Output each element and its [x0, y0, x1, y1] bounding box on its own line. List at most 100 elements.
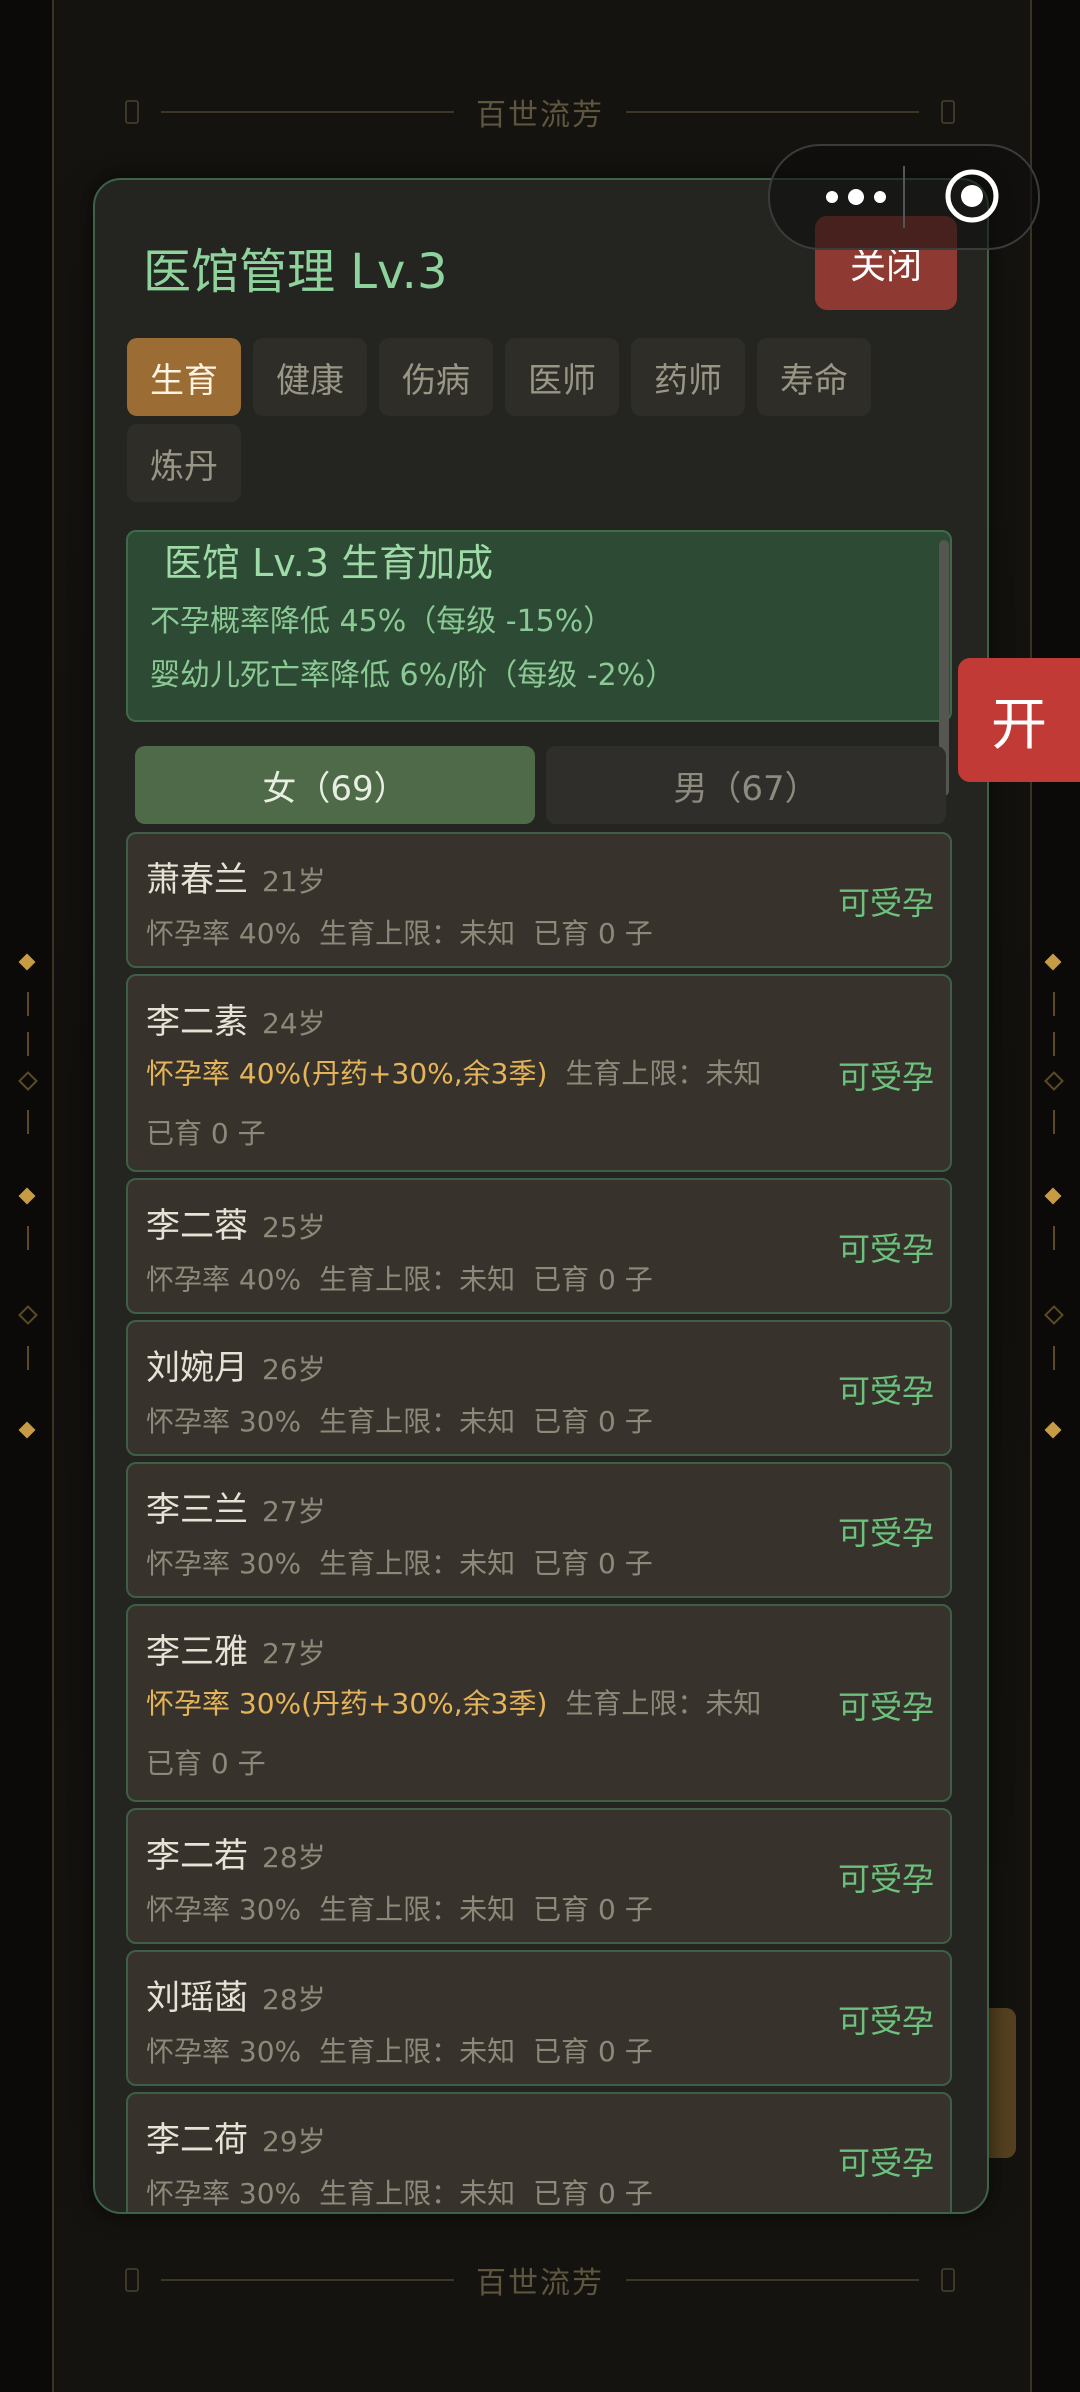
person-name: 李二荷 [146, 2120, 248, 2160]
status-badge: 可受孕 [837, 1230, 934, 1268]
person-name: 李三兰 [146, 1490, 248, 1530]
tab-alchemy[interactable]: 炼丹 [127, 424, 241, 502]
tab-female[interactable]: 女（69） [135, 746, 535, 824]
list-item[interactable]: 李二荷 29岁 怀孕率 30% 生育上限：未知 已育 0 子 可受孕 [126, 2092, 952, 2212]
dash [27, 1346, 29, 1370]
person-name-row: 李二若 28岁 [146, 1828, 326, 1877]
open-button[interactable]: 开 [958, 658, 1080, 782]
pregnancy-rate: 怀孕率 40%(丹药+30%,余3季) [146, 1057, 548, 1090]
person-age: 28岁 [262, 1841, 326, 1874]
banner-line [626, 111, 919, 113]
person-age: 27岁 [262, 1495, 326, 1528]
fertility-limit: 生育上限：未知 [319, 1547, 516, 1580]
list-item[interactable]: 李三兰 27岁 怀孕率 30% 生育上限：未知 已育 0 子 可受孕 [126, 1462, 952, 1598]
bonus-title: 医馆 Lv.3 生育加成 [164, 541, 494, 585]
banner-cap-right [941, 100, 955, 124]
banner-text: 百世流芳 [476, 98, 604, 133]
pregnancy-rate: 怀孕率 30% [146, 1405, 302, 1438]
person-name: 李二蓉 [146, 1206, 248, 1246]
person-name-row: 刘瑶菡 28岁 [146, 1970, 326, 2019]
tab-male[interactable]: 男（67） [546, 746, 946, 824]
banner-top: 百世流芳 [125, 92, 955, 133]
diamond-icon [1044, 953, 1062, 971]
person-name: 萧春兰 [146, 860, 248, 900]
status-badge: 可受孕 [837, 1688, 934, 1726]
person-age: 27岁 [262, 1637, 326, 1670]
status-badge: 可受孕 [837, 1372, 934, 1410]
diamond-outline-icon [18, 1305, 38, 1325]
person-name: 李三雅 [146, 1632, 248, 1672]
more-dots-icon[interactable] [808, 179, 904, 215]
pregnancy-rate: 怀孕率 30% [146, 2177, 302, 2210]
pregnancy-rate: 怀孕率 30% [146, 1547, 302, 1580]
dash [1053, 1110, 1055, 1134]
target-icon[interactable] [944, 168, 1000, 224]
capsule-divider [903, 166, 905, 228]
children-count: 已育 0 子 [533, 1263, 653, 1296]
bonus-line: 不孕概率降低 45%（每级 -15%） [150, 604, 614, 639]
banner-cap-left [125, 100, 139, 124]
dash [1053, 1226, 1055, 1250]
dash [1053, 1346, 1055, 1370]
person-stats: 怀孕率 40% 生育上限：未知 已育 0 子 [146, 912, 653, 952]
list-item[interactable]: 刘瑶菡 28岁 怀孕率 30% 生育上限：未知 已育 0 子 可受孕 [126, 1950, 952, 2086]
person-stats: 怀孕率 30% 生育上限：未知 已育 0 子 [146, 1400, 653, 1440]
person-name-row: 李二荷 29岁 [146, 2112, 326, 2161]
person-age: 26岁 [262, 1353, 326, 1386]
person-stats: 怀孕率 30% 生育上限：未知 已育 0 子 [146, 1888, 653, 1928]
list-item[interactable]: 李二蓉 25岁 怀孕率 40% 生育上限：未知 已育 0 子 可受孕 [126, 1178, 952, 1314]
children-count: 已育 0 子 [533, 1547, 653, 1580]
tab-physician[interactable]: 医师 [505, 338, 619, 416]
diamond-icon [18, 953, 36, 971]
fertility-limit: 生育上限：未知 [319, 1893, 516, 1926]
fertility-limit: 生育上限：未知 [319, 1405, 516, 1438]
tab-fertility[interactable]: 生育 [127, 338, 241, 416]
tab-injury[interactable]: 伤病 [379, 338, 493, 416]
dot [874, 191, 886, 203]
dash [27, 1110, 29, 1134]
diamond-icon [1044, 1421, 1062, 1439]
hospital-modal: 医馆管理 Lv.3 关闭 生育 健康 伤病 医师 药师 寿命 炼丹 医馆 Lv.… [93, 178, 989, 2214]
person-name-row: 李三雅 27岁 [146, 1624, 326, 1673]
list-item[interactable]: 李三雅 27岁 怀孕率 30%(丹药+30%,余3季) 生育上限：未知 已育 0 子… [126, 1604, 952, 1802]
pregnancy-rate: 怀孕率 30%(丹药+30%,余3季) [146, 1687, 548, 1720]
dot [826, 191, 838, 203]
diamond-outline-icon [1044, 1305, 1064, 1325]
banner-line [161, 2279, 454, 2281]
banner-bottom: 百世流芳 [125, 2260, 955, 2301]
banner-line [626, 2279, 919, 2281]
person-name: 刘婉月 [146, 1348, 248, 1388]
person-stats: 怀孕率 30% 生育上限：未知 已育 0 子 [146, 1542, 653, 1582]
pregnancy-rate: 怀孕率 40% [146, 917, 302, 950]
person-name-row: 李二素 24岁 [146, 994, 326, 1043]
dash [27, 1032, 29, 1056]
dot [848, 189, 864, 205]
pregnancy-rate: 怀孕率 30% [146, 1893, 302, 1926]
person-stats: 怀孕率 30% 生育上限：未知 已育 0 子 [146, 2030, 653, 2070]
person-stats: 怀孕率 40% 生育上限：未知 已育 0 子 [146, 1258, 653, 1298]
status-badge: 可受孕 [837, 1058, 934, 1096]
tab-health[interactable]: 健康 [253, 338, 367, 416]
list-item[interactable]: 李二素 24岁 怀孕率 40%(丹药+30%,余3季) 生育上限：未知 已育 0 子… [126, 974, 952, 1172]
tab-pharmacist[interactable]: 药师 [631, 338, 745, 416]
banner-cap-left [125, 2268, 139, 2292]
dash [1053, 992, 1055, 1016]
person-name: 刘瑶菡 [146, 1978, 248, 2018]
person-name: 李二素 [146, 1002, 248, 1042]
list-item[interactable]: 刘婉月 26岁 怀孕率 30% 生育上限：未知 已育 0 子 可受孕 [126, 1320, 952, 1456]
diamond-outline-icon [1044, 1071, 1064, 1091]
children-count: 已育 0 子 [533, 1893, 653, 1926]
children-count: 已育 0 子 [533, 2035, 653, 2068]
person-age: 24岁 [262, 1007, 326, 1040]
person-age: 29岁 [262, 2125, 326, 2158]
fertility-limit: 生育上限：未知 [565, 1687, 762, 1720]
children-count: 已育 0 子 [146, 1117, 266, 1150]
children-count: 已育 0 子 [533, 1405, 653, 1438]
list-item[interactable]: 李二若 28岁 怀孕率 30% 生育上限：未知 已育 0 子 可受孕 [126, 1808, 952, 1944]
status-badge: 可受孕 [837, 2002, 934, 2040]
status-badge: 可受孕 [837, 2144, 934, 2182]
banner-line [161, 111, 454, 113]
list-item[interactable]: 萧春兰 21岁 怀孕率 40% 生育上限：未知 已育 0 子 可受孕 [126, 832, 952, 968]
tab-lifespan[interactable]: 寿命 [757, 338, 871, 416]
children-count: 已育 0 子 [533, 917, 653, 950]
